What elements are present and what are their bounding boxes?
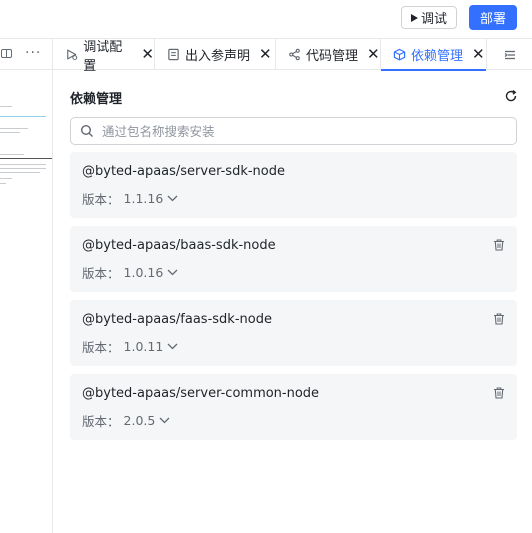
panel-toggle-icon[interactable] <box>1 49 12 58</box>
dependency-card: @byted-apaas/baas-sdk-node 版本： 1.0.16 <box>70 226 517 292</box>
version-value: 1.0.16 <box>123 265 164 280</box>
tab-label: 出入参声明 <box>185 49 251 64</box>
tab-label: 依赖管理 <box>411 49 464 64</box>
package-name: @byted-apaas/faas-sdk-node <box>82 312 272 327</box>
play-icon <box>410 13 418 22</box>
dependency-card: @byted-apaas/server-sdk-node 版本： 1.1.16 <box>70 152 517 218</box>
dependency-panel: 依赖管理 @byted-apaas/server-sdk-node 版本： 1.… <box>54 70 532 533</box>
search-input[interactable] <box>102 123 482 139</box>
delete-icon[interactable] <box>493 239 505 251</box>
panel-title: 依赖管理 <box>70 92 123 107</box>
tab-debug-config[interactable]: 调试配置 ✕ <box>54 39 155 74</box>
dependency-card: @byted-apaas/faas-sdk-node 版本： 1.0.11 <box>70 300 517 366</box>
version-selector[interactable]: 版本： 1.1.16 <box>82 189 178 208</box>
tab-code-management[interactable]: 代码管理 ✕ <box>276 39 381 70</box>
dependency-card: @byted-apaas/server-common-node 版本： 2.0.… <box>70 374 517 440</box>
more-icon[interactable]: ··· <box>25 45 41 61</box>
delete-icon[interactable] <box>493 313 505 325</box>
left-panel-header: ··· <box>0 39 53 70</box>
branch-icon <box>289 48 300 61</box>
version-selector[interactable]: 版本： 2.0.5 <box>82 411 170 430</box>
package-name: @byted-apaas/server-sdk-node <box>82 164 285 179</box>
package-icon <box>393 48 406 61</box>
close-icon[interactable]: ✕ <box>141 47 154 62</box>
chevron-down-icon <box>167 343 178 350</box>
close-icon[interactable]: ✕ <box>367 47 380 62</box>
deploy-button[interactable]: 部署 <box>469 5 517 30</box>
code-minimap <box>0 70 53 533</box>
tab-overflow-icon[interactable] <box>503 48 517 62</box>
top-toolbar: 调试 部署 <box>0 0 532 38</box>
package-name: @byted-apaas/baas-sdk-node <box>82 238 276 253</box>
refresh-icon[interactable] <box>504 89 518 103</box>
tab-io-params[interactable]: 出入参声明 ✕ <box>155 39 276 70</box>
tab-label: 代码管理 <box>306 49 359 64</box>
package-name: @byted-apaas/server-common-node <box>82 386 320 401</box>
chevron-down-icon <box>159 417 170 424</box>
chevron-down-icon <box>167 269 178 276</box>
debug-config-icon <box>67 49 78 61</box>
close-icon[interactable]: ✕ <box>259 47 272 62</box>
deploy-button-label: 部署 <box>479 12 506 27</box>
version-label: 版本： <box>82 266 120 281</box>
tab-label: 调试配置 <box>83 39 123 74</box>
version-value: 1.0.11 <box>123 339 164 354</box>
search-icon <box>80 124 93 137</box>
version-selector[interactable]: 版本： 1.0.11 <box>82 337 178 356</box>
doc-icon <box>168 48 179 61</box>
version-label: 版本： <box>82 192 120 207</box>
tab-dependency-management[interactable]: 依赖管理 ✕ <box>381 39 487 71</box>
version-value: 2.0.5 <box>123 413 156 428</box>
version-selector[interactable]: 版本： 1.0.16 <box>82 263 178 282</box>
tab-bar: ··· 调试配置 ✕ 出入参声明 ✕ 代码管理 ✕ 依赖管理 ✕ <box>0 38 532 74</box>
version-label: 版本： <box>82 340 120 355</box>
debug-button-label: 调试 <box>420 12 447 27</box>
search-box[interactable] <box>70 117 517 145</box>
delete-icon[interactable] <box>493 387 505 399</box>
version-value: 1.1.16 <box>123 191 164 206</box>
version-label: 版本： <box>82 414 120 429</box>
debug-button[interactable]: 调试 <box>401 6 457 29</box>
close-icon[interactable]: ✕ <box>472 47 485 62</box>
chevron-down-icon <box>167 195 178 202</box>
